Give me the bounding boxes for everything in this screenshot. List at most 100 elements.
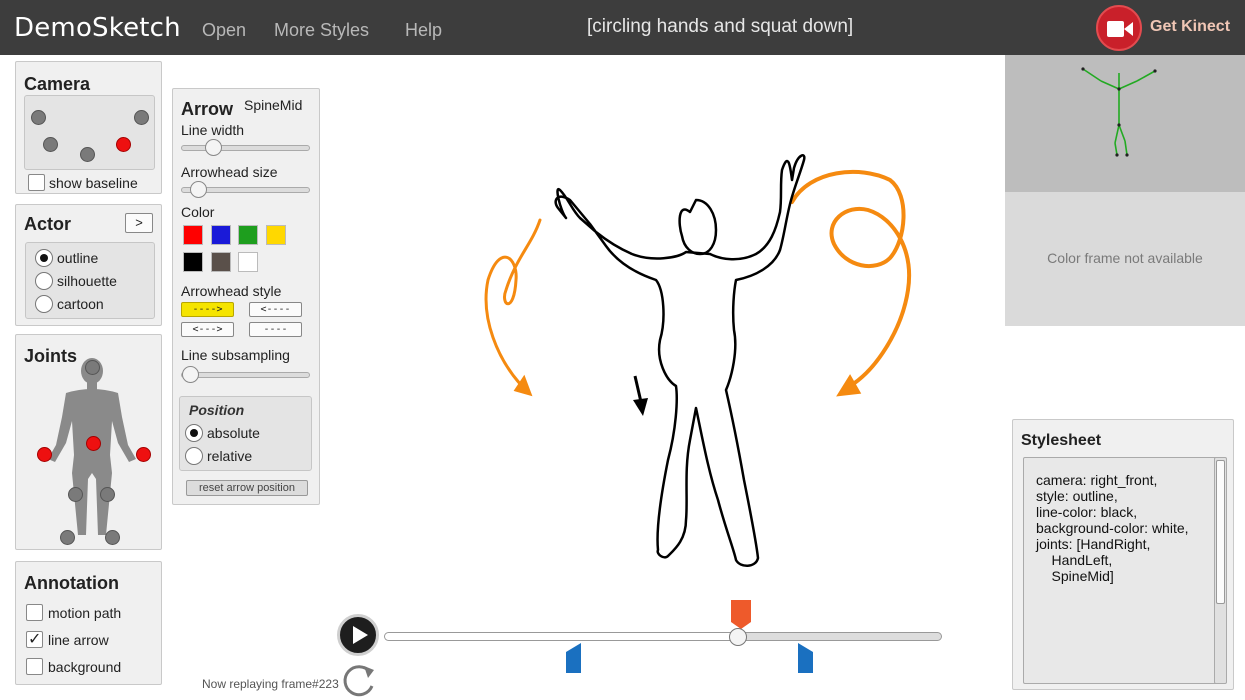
actor-next-button[interactable]: >: [125, 213, 153, 233]
arrowhead-style-label: Arrowhead style: [181, 283, 282, 299]
camera-title: Camera: [24, 74, 91, 94]
stylesheet-scroll-thumb[interactable]: [1216, 460, 1225, 604]
nav-open[interactable]: Open: [202, 20, 246, 41]
line-subsampling-label: Line subsampling: [181, 347, 290, 363]
color-swatch-red[interactable]: [183, 225, 203, 245]
replay-status: Now replaying frame#223: [202, 677, 339, 691]
stylesheet-title: Stylesheet: [1021, 432, 1102, 449]
camera-panel: Camera show baseline: [15, 61, 162, 194]
actor-silhouette-radio[interactable]: [35, 272, 53, 290]
camera-position-1[interactable]: [31, 110, 46, 125]
timeline-slider[interactable]: [384, 632, 942, 641]
replay-icon[interactable]: [340, 662, 378, 698]
left-motion-arrow: [484, 218, 542, 397]
arrow-title: Arrow: [181, 99, 234, 119]
joints-panel: Joints: [15, 334, 162, 550]
line-width-slider[interactable]: [181, 145, 310, 151]
app-title: DemoSketch: [14, 13, 181, 43]
position-label: Position: [189, 402, 245, 418]
actor-canvas[interactable]: [420, 140, 980, 580]
actor-cartoon-radio[interactable]: [35, 295, 53, 313]
play-button[interactable]: [337, 614, 379, 656]
range-start-marker-icon[interactable]: [565, 642, 583, 674]
top-bar: DemoSketch Open More Styles Help [circli…: [0, 0, 1245, 55]
arrow-style-backward-button[interactable]: <----: [249, 302, 302, 317]
actor-title: Actor: [24, 214, 72, 234]
line-width-knob[interactable]: [205, 139, 222, 156]
stylesheet-scrollbar[interactable]: [1214, 457, 1227, 684]
nav-help[interactable]: Help: [405, 20, 442, 41]
joint-foot-left[interactable]: [105, 530, 120, 545]
get-kinect-button[interactable]: [1096, 5, 1142, 51]
joint-hand-left[interactable]: [136, 447, 151, 462]
spine-arrow: [633, 375, 648, 416]
joint-knee-right[interactable]: [68, 487, 83, 502]
reset-arrow-position-button[interactable]: reset arrow position: [186, 480, 308, 496]
actor-style-group: outline silhouette cartoon: [25, 242, 155, 319]
actor-outline: [554, 154, 806, 567]
position-absolute-radio[interactable]: [185, 424, 203, 442]
actor-silhouette-label: silhouette: [57, 273, 117, 289]
stylesheet-textarea[interactable]: camera: right_front, style: outline, lin…: [1023, 457, 1217, 684]
joint-foot-right[interactable]: [60, 530, 75, 545]
stylesheet-line: HandLeft,: [1036, 552, 1113, 568]
motion-caption: [circling hands and squat down]: [587, 16, 854, 37]
range-end-marker-icon[interactable]: [797, 642, 815, 674]
arrow-style-none-button[interactable]: ----: [249, 322, 302, 337]
arrowhead-size-label: Arrowhead size: [181, 164, 278, 180]
color-frame-message: Color frame not available: [1047, 250, 1203, 266]
annotation-panel: Annotation motion path ✓ line arrow back…: [15, 561, 162, 685]
current-frame-marker-icon[interactable]: [729, 598, 753, 630]
camera-position-3[interactable]: [43, 137, 58, 152]
get-kinect-label[interactable]: Get Kinect: [1150, 18, 1230, 36]
line-arrow-label: line arrow: [48, 632, 109, 648]
arrow-style-both-button[interactable]: <--->: [181, 322, 234, 337]
position-group: Position absolute relative: [179, 396, 312, 471]
skeleton-preview: [1005, 55, 1245, 192]
arrow-style-forward-button[interactable]: ---->: [181, 302, 234, 317]
stylesheet-line: joints: [HandRight,: [1036, 536, 1151, 552]
right-motion-arrow: [790, 169, 912, 397]
arrowhead-size-knob[interactable]: [190, 181, 207, 198]
line-width-label: Line width: [181, 122, 245, 138]
camera-position-4[interactable]: [116, 137, 131, 152]
color-swatch-brown[interactable]: [211, 252, 231, 272]
color-swatch-black[interactable]: [183, 252, 203, 272]
position-absolute-label: absolute: [207, 425, 260, 441]
background-label: background: [48, 659, 122, 675]
video-camera-icon: [1107, 21, 1133, 37]
color-swatch-green[interactable]: [238, 225, 258, 245]
stylesheet-line: SpineMid]: [1036, 568, 1114, 584]
motion-path-label: motion path: [48, 605, 122, 621]
motion-path-checkbox[interactable]: [26, 604, 43, 621]
position-relative-radio[interactable]: [185, 447, 203, 465]
actor-panel: Actor > outline silhouette cartoon: [15, 204, 162, 326]
show-baseline-checkbox[interactable]: [28, 174, 45, 191]
color-frame-pane: Color frame not available: [1005, 192, 1245, 326]
arrow-panel: Arrow SpineMid Line width Arrowhead size…: [172, 88, 320, 505]
actor-outline-radio[interactable]: [35, 249, 53, 267]
camera-position-2[interactable]: [134, 110, 149, 125]
actor-cartoon-label: cartoon: [57, 296, 104, 312]
position-relative-label: relative: [207, 448, 253, 464]
color-swatch-yellow[interactable]: [266, 225, 286, 245]
color-swatch-blue[interactable]: [211, 225, 231, 245]
joint-spine-mid[interactable]: [86, 436, 101, 451]
camera-position-5[interactable]: [80, 147, 95, 162]
actor-outline-label: outline: [57, 250, 99, 266]
line-arrow-checkbox[interactable]: ✓: [26, 631, 43, 648]
joint-knee-left[interactable]: [100, 487, 115, 502]
camera-position-picker: [24, 95, 155, 170]
color-label: Color: [181, 204, 215, 220]
timeline-knob[interactable]: [729, 628, 747, 646]
arrow-joint-name: SpineMid: [244, 97, 303, 113]
line-subsampling-knob[interactable]: [182, 366, 199, 383]
joint-hand-right[interactable]: [37, 447, 52, 462]
checkmark-icon: ✓: [28, 631, 42, 648]
line-subsampling-slider[interactable]: [181, 372, 310, 378]
color-swatch-white[interactable]: [238, 252, 258, 272]
joint-head[interactable]: [85, 360, 100, 375]
nav-more-styles[interactable]: More Styles: [274, 20, 369, 41]
stylesheet-line: camera: right_front,: [1036, 472, 1158, 488]
background-checkbox[interactable]: [26, 658, 43, 675]
